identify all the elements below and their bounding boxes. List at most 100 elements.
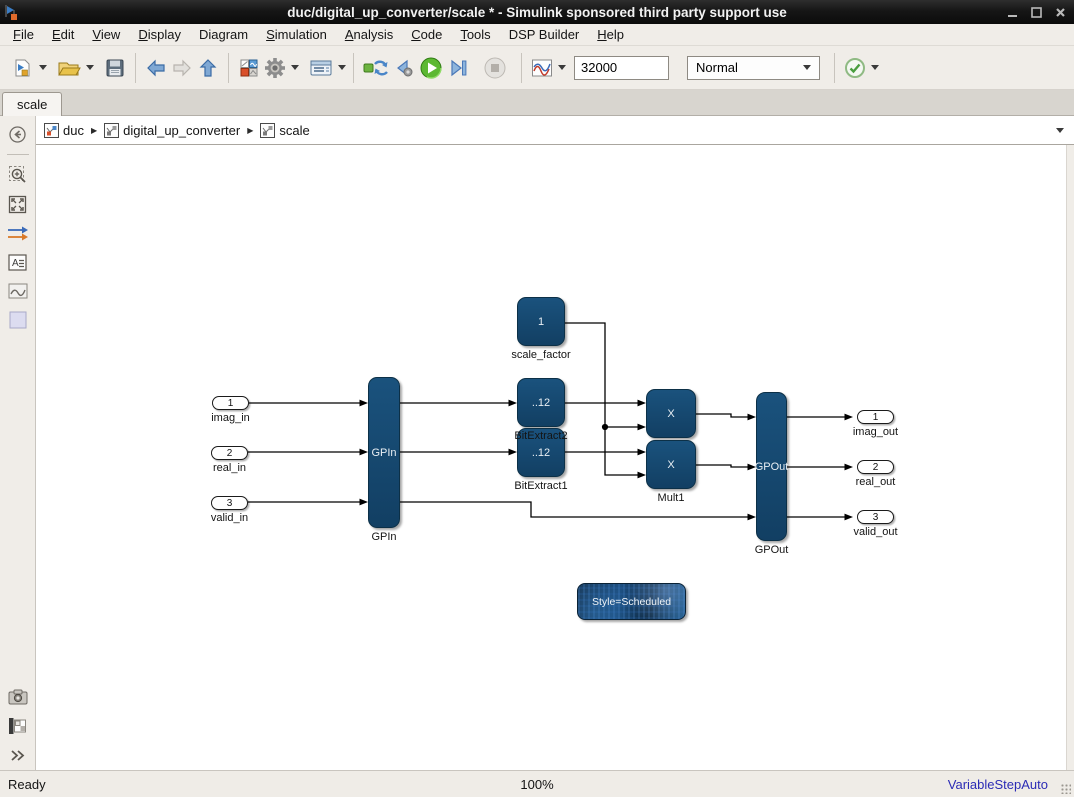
library-link-tool[interactable] — [7, 715, 29, 737]
model-config-button[interactable] — [307, 52, 335, 84]
Mult1-label: Mult1 — [601, 492, 741, 504]
fit-to-view-tool[interactable] — [7, 193, 29, 215]
menu-file[interactable]: File — [4, 25, 43, 44]
screenshot-tool[interactable] — [7, 686, 29, 708]
area-icon — [9, 311, 27, 329]
open-button[interactable] — [55, 52, 83, 84]
chevron-down-icon[interactable] — [291, 65, 299, 70]
navigate-up-button[interactable] — [195, 52, 221, 84]
maximize-button[interactable] — [1030, 6, 1042, 18]
wire-arrowhead — [509, 400, 518, 407]
update-diagram-button[interactable] — [361, 52, 391, 84]
new-model-button[interactable] — [10, 52, 36, 84]
menu-analysis[interactable]: Analysis — [336, 25, 402, 44]
breadcrumb-item-digital_up_converter[interactable]: digital_up_converter — [104, 123, 240, 138]
stop-time-input[interactable] — [574, 56, 669, 80]
resize-grip[interactable] — [1061, 784, 1071, 794]
breadcrumb-item-duc[interactable]: duc — [44, 123, 84, 138]
library-browser-button[interactable] — [236, 52, 262, 84]
chevron-down-icon[interactable] — [86, 65, 94, 70]
model-icon — [44, 123, 59, 138]
scope-viewer-button[interactable] — [529, 52, 555, 84]
wire-arrowhead — [748, 414, 757, 421]
settings-button[interactable] — [262, 52, 288, 84]
menu-view[interactable]: View — [83, 25, 129, 44]
step-forward-button[interactable] — [445, 52, 471, 84]
canvas[interactable]: 1scale_factorGPInGPIn..12BitExtract2..12… — [36, 145, 1074, 770]
toolbar: Normal — [0, 46, 1074, 90]
update-diagram-icon — [363, 58, 389, 78]
breadcrumb-label: duc — [63, 123, 84, 138]
run-button[interactable] — [417, 52, 445, 84]
solver-label[interactable]: VariableStepAuto — [948, 777, 1048, 792]
zoom-region-icon — [8, 165, 28, 185]
minimize-button[interactable] — [1006, 6, 1018, 18]
menu-display[interactable]: Display — [129, 25, 190, 44]
wire-arrowhead — [845, 464, 854, 471]
save-button[interactable] — [102, 52, 128, 84]
model-advisor-button[interactable] — [842, 52, 868, 84]
model-icon — [104, 123, 119, 138]
menu-help[interactable]: Help — [588, 25, 633, 44]
sim-mode-select[interactable]: Normal — [687, 56, 820, 80]
sidebar-separator — [7, 154, 29, 155]
menu-dsp-builder[interactable]: DSP Builder — [500, 25, 589, 44]
route-signals-tool[interactable] — [7, 222, 29, 244]
wire-arrowhead — [360, 449, 369, 456]
valid_in-label: valid_in — [160, 512, 300, 524]
zoom-region-tool[interactable] — [7, 164, 29, 186]
annotation-tool[interactable]: A — [7, 251, 29, 273]
model-icon — [260, 123, 275, 138]
navigate-back-button[interactable] — [143, 52, 169, 84]
step-back-icon — [393, 58, 415, 78]
stop-button[interactable] — [481, 52, 509, 84]
menu-code[interactable]: Code — [402, 25, 451, 44]
chevron-down-icon[interactable] — [558, 65, 566, 70]
open-folder-icon — [57, 58, 81, 78]
chevron-down-icon[interactable] — [871, 65, 879, 70]
wire-arrowhead — [360, 400, 369, 407]
wire[interactable] — [400, 502, 749, 517]
breadcrumb-label: scale — [279, 123, 309, 138]
title-bar: duc/digital_up_converter/scale * - Simul… — [0, 0, 1074, 24]
tab-scale[interactable]: scale — [2, 92, 62, 116]
check-icon — [844, 57, 866, 79]
screenshot-camera-icon — [8, 689, 28, 705]
area-tool[interactable] — [7, 309, 29, 331]
step-forward-icon — [447, 58, 469, 78]
zoom-level: 100% — [520, 777, 553, 792]
wire-arrowhead — [638, 472, 647, 479]
menu-edit[interactable]: Edit — [43, 25, 83, 44]
chevron-down-icon[interactable] — [338, 65, 346, 70]
viewer-tool[interactable] — [7, 280, 29, 302]
annotation-icon: A — [8, 254, 27, 271]
tab-label: scale — [17, 97, 47, 112]
menu-simulation[interactable]: Simulation — [257, 25, 336, 44]
toolbar-separator — [135, 53, 136, 83]
breadcrumb-item-scale[interactable]: scale — [260, 123, 309, 138]
route-arrows-icon — [7, 225, 29, 241]
valid_out-label: valid_out — [806, 526, 946, 538]
menu-diagram[interactable]: Diagram — [190, 25, 257, 44]
breadcrumb-label: digital_up_converter — [123, 123, 240, 138]
fit-to-view-icon — [8, 195, 27, 214]
breadcrumb-dropdown[interactable] — [1056, 128, 1064, 133]
wire-arrowhead — [638, 400, 647, 407]
wire[interactable] — [696, 465, 749, 467]
window-title: duc/digital_up_converter/scale * - Simul… — [287, 5, 787, 20]
chevron-down-icon — [803, 65, 811, 70]
wire-arrowhead — [845, 514, 854, 521]
menu-tools[interactable]: Tools — [451, 25, 499, 44]
hide-browser-button[interactable] — [7, 123, 29, 145]
chevron-down-icon[interactable] — [39, 65, 47, 70]
wire[interactable] — [696, 414, 749, 417]
navigate-forward-button[interactable] — [169, 52, 195, 84]
back-arrow-icon — [145, 58, 167, 78]
wire-arrowhead — [638, 449, 647, 456]
close-button[interactable] — [1054, 6, 1066, 18]
step-back-button[interactable] — [391, 52, 417, 84]
wire[interactable] — [565, 323, 639, 427]
wire-arrowhead — [748, 464, 757, 471]
wires-layer — [36, 145, 1074, 770]
expand-palette-button[interactable] — [7, 744, 29, 766]
